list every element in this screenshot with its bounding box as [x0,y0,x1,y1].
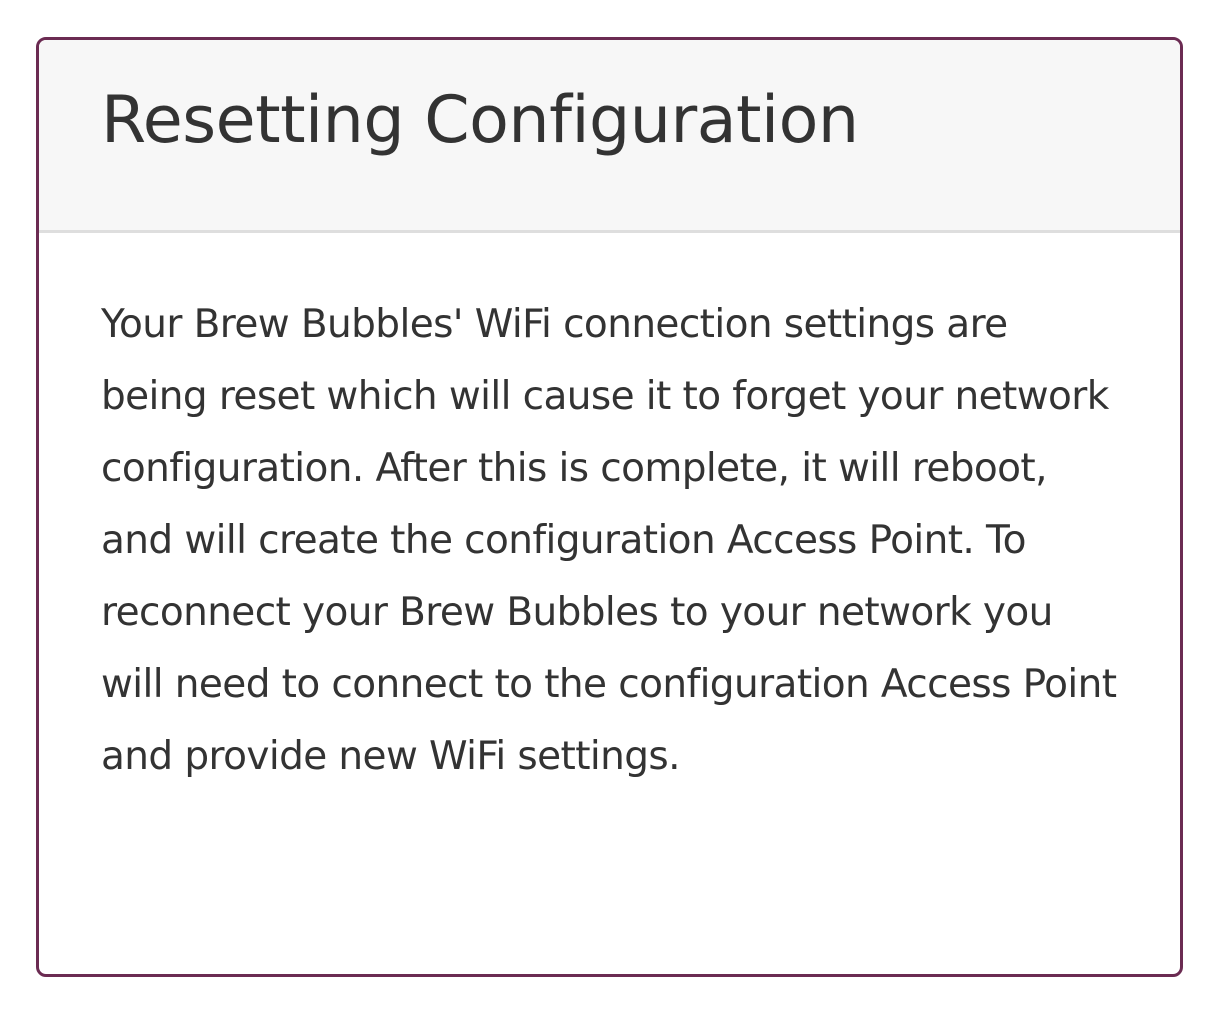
reset-config-card: Resetting Configuration Your Brew Bubble… [36,37,1183,977]
card-header: Resetting Configuration [39,40,1180,233]
card-message: Your Brew Bubbles' WiFi connection setti… [101,302,1117,779]
card-title: Resetting Configuration [101,83,859,158]
card-body: Your Brew Bubbles' WiFi connection setti… [39,233,1180,793]
